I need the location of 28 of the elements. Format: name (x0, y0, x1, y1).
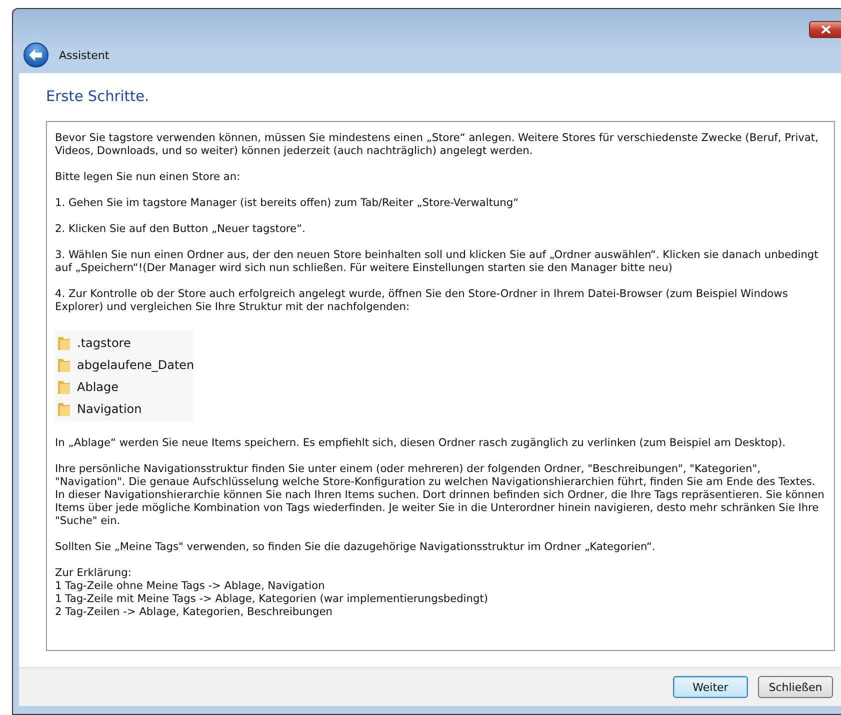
folder-name: Navigation (77, 402, 142, 416)
folder-icon (57, 379, 71, 395)
folder-icon (57, 335, 71, 351)
paragraph: Bevor Sie tagstore verwenden können, müssen Sie mindestens einen „Store“ anlegen. Weitere Stores für verschiedenste Zwecke (Beruf, Privat, Videos, Downloads, und so weiter) können jederzeit (auch nachträglich) angelegt werden. (55, 132, 820, 158)
folder-name: .tagstore (77, 336, 131, 350)
paragraph: 4. Zur Kontrolle ob der Store auch erfolgreich angelegt wurde, öffnen Sie den Store-Ordner in Ihrem Datei-Browser (zum Beispiel Windows Explorer) und vergleichen Sie Ihre Struktur mit der nachfolgenden: (55, 288, 789, 314)
paragraph: Ihre persönliche Navigationsstruktur finden Sie unter einem (oder mehreren) der folgenden Ordner, "Beschreibungen", "Kategorien", "Navigation". Die genaue Aufschlüsselung welche Store-Konfiguration zu welchen Navigationshierarchien führt, finden Sie am Ende des Textes. In dieser Navigationshierarchie können Sie nach Ihren Items suchen. Dort drinnen befinden sich Ordner, die Ihre Tags repräsentieren. Sie können Items über jede mögliche Kombination von Tags wiederfinden. Je weiter Sie in die Unterordner hinein navigieren, desto mehr schränken Sie Ihre "Suche" ein. (55, 463, 826, 528)
folder-name: Ablage (77, 380, 119, 394)
window-title: Assistent (59, 48, 110, 62)
text-line: 2 Tag-Zeilen -> Ablage, Kategorien, Beschreibungen (55, 606, 334, 619)
folder-icon (57, 401, 71, 417)
paragraph: 3. Wählen Sie nun einen Ordner aus, der den neuen Store beinhalten soll und klicken Sie auf „Ordner auswählen“. Klicken sie danach unbedingt auf „Speichern“!(Der Manager wird sich nun schließen. Für weitere Einstellungen starten sie den Manager bitte neu) (55, 249, 820, 275)
paragraph: Sollten Sie „Meine Tags" verwenden, so finden Sie die dazugehörige Navigationsstruktur im Ordner „Kategorien“. (55, 541, 656, 554)
close-button[interactable] (809, 21, 841, 38)
paragraph: 2. Klicken Sie auf den Button „Neuer tagstore“. (55, 223, 306, 236)
back-button[interactable] (23, 42, 49, 68)
dialog-button[interactable]: Schließen (758, 676, 833, 698)
page-heading: Erste Schritte. (46, 89, 150, 105)
text-line: 1 Tag-Zeile ohne Meine Tags -> Ablage, Navigation (55, 580, 326, 593)
folder-name: abgelaufene_Daten (77, 358, 194, 372)
paragraph: Bitte legen Sie nun einen Store an: (55, 171, 242, 184)
paragraph: 1. Gehen Sie im tagstore Manager (ist bereits offen) zum Tab/Reiter „Store-Verwaltung“ (55, 197, 520, 210)
paragraph: In „Ablage“ werden Sie neue Items speichern. Es empfiehlt sich, diesen Ordner rasch zugänglich zu verlinken (zum Beispiel am Desktop). (55, 437, 787, 450)
folder-icon (57, 357, 71, 373)
close-icon (821, 25, 831, 34)
text-line: Zur Erklärung: (55, 567, 132, 580)
text-line: 1 Tag-Zeile mit Meine Tags -> Ablage, Kategorien (war implementierungsbedingt) (55, 593, 489, 606)
dialog-button[interactable]: Weiter (673, 676, 748, 698)
